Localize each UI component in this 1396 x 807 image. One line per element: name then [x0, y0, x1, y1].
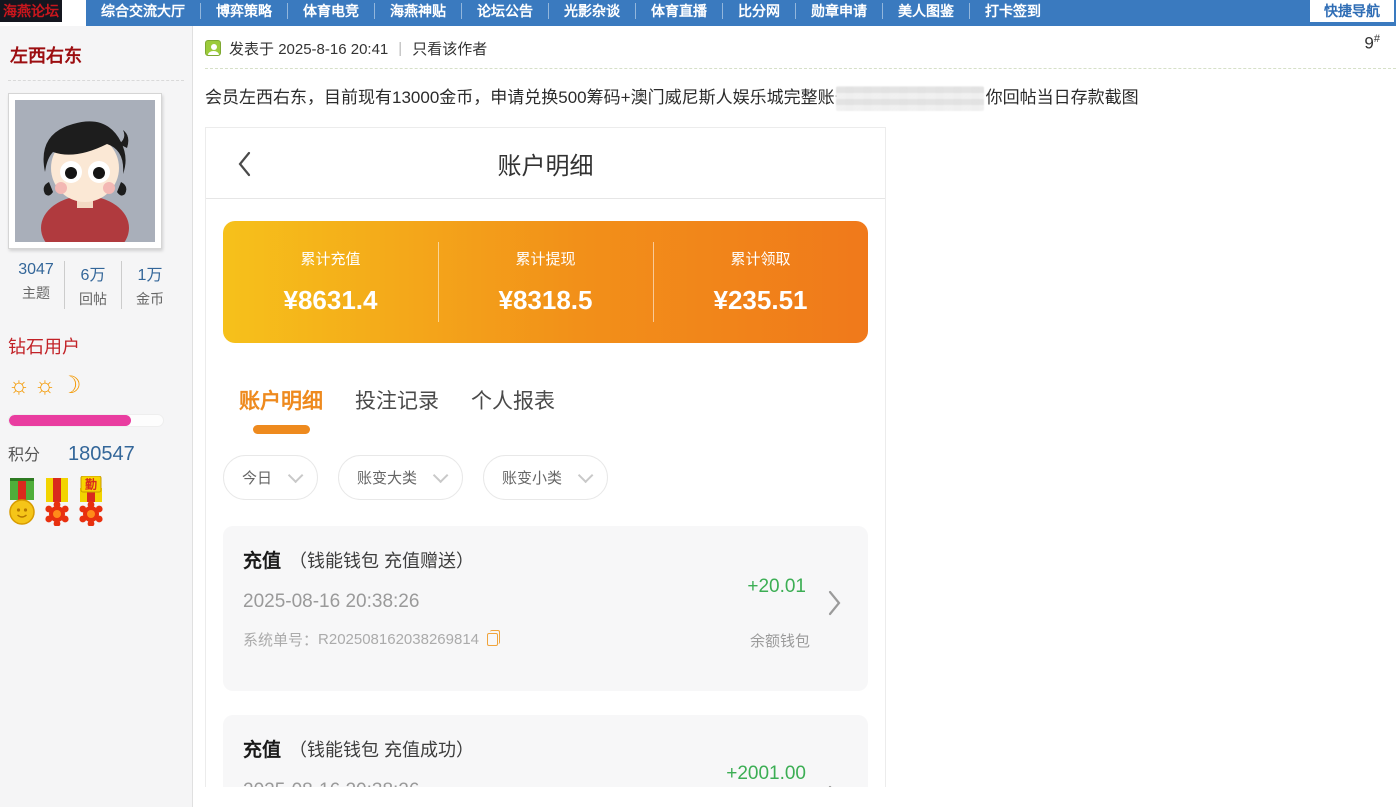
- score-label: 积分: [8, 441, 40, 465]
- txn-type: 充值: [243, 546, 281, 573]
- stat-threads-label: 主题: [10, 283, 62, 303]
- level-progress-fill: [9, 415, 131, 426]
- txn-type: 充值: [243, 735, 281, 762]
- stat-replies: 6万 回帖: [65, 261, 122, 309]
- nav-item-sports-esports[interactable]: 体育电竞: [288, 3, 375, 19]
- page-body: 左西右东 3047 主题: [0, 26, 1396, 807]
- level-star-icons: ☼☼☽: [8, 371, 184, 400]
- level-progress-bar: [8, 414, 164, 427]
- chevron-right-icon[interactable]: [828, 785, 842, 787]
- tab-bet-records[interactable]: 投注记录: [355, 385, 439, 419]
- filter-minor-category-dropdown[interactable]: 账变小类: [483, 455, 608, 500]
- stat-threads: 3047 主题: [8, 261, 65, 309]
- transaction-list: 充值 （钱能钱包 充值赠送） 2025-08-16 20:38:26 系统单号：…: [223, 526, 868, 787]
- active-tab-underline: [253, 425, 310, 434]
- chevron-down-icon: [578, 468, 594, 484]
- stat-coins: 1万 金币: [122, 261, 178, 309]
- post-main: 发表于 2025-8-16 20:41 | 只看该作者 9# 会员左西右东，目前…: [193, 26, 1396, 807]
- stat-coins-label: 金币: [124, 289, 176, 309]
- redacted-blur-block: [836, 86, 984, 111]
- transaction-row[interactable]: 充值 （钱能钱包 充值成功） 2025-08-16 20:38:26 +2001…: [223, 715, 868, 787]
- score-value: 180547: [68, 443, 135, 466]
- total-deposit: 累计充值 ¥8631.4: [223, 248, 438, 316]
- medal-diligent-icon: 勤: [79, 476, 102, 526]
- back-icon[interactable]: [236, 150, 252, 183]
- nav-home-wrap: 海燕论坛: [0, 0, 86, 26]
- nav-item-forum-home[interactable]: 海燕论坛: [0, 0, 62, 22]
- chevron-down-icon: [288, 468, 304, 484]
- nav-item-checkin[interactable]: 打卡签到: [970, 3, 1056, 19]
- stat-replies-label: 回帖: [67, 289, 119, 309]
- nav-item-strategy[interactable]: 博弈策略: [201, 3, 288, 19]
- filter-date-dropdown[interactable]: 今日: [223, 455, 318, 500]
- txn-subtype: （钱能钱包 充值成功）: [289, 736, 474, 762]
- avatar[interactable]: [8, 93, 162, 249]
- nav-menu: 综合交流大厅 博弈策略 体育电竞 海燕神贴 论坛公告 光影杂谈 体育直播 比分网…: [86, 0, 1310, 22]
- chevron-down-icon: [433, 468, 449, 484]
- user-level-badge: 钻石用户: [8, 333, 184, 359]
- phone-header: 账户明细: [206, 128, 885, 199]
- txn-amount: +2001.00: [726, 763, 806, 785]
- medal-icons: 勤: [8, 476, 184, 531]
- txn-amount: +20.01: [747, 576, 806, 598]
- avatar-image: [15, 100, 155, 242]
- total-claimed: 累计领取 ¥235.51: [653, 248, 868, 316]
- stat-replies-value[interactable]: 6万: [67, 261, 119, 285]
- transaction-row[interactable]: 充值 （钱能钱包 充值赠送） 2025-08-16 20:38:26 系统单号：…: [223, 526, 868, 691]
- totals-summary-card: 累计充值 ¥8631.4 累计提现 ¥8318.5 累计领取 ¥235.51: [223, 221, 868, 343]
- meta-divider: |: [398, 40, 402, 57]
- only-author-link[interactable]: 只看该作者: [412, 38, 487, 59]
- filter-row: 今日 账变大类 账变小类: [223, 455, 868, 500]
- filter-major-category-dropdown[interactable]: 账变大类: [338, 455, 463, 500]
- nav-item-photography[interactable]: 光影杂谈: [549, 3, 636, 19]
- author-username[interactable]: 左西右东: [8, 40, 184, 81]
- nav-item-beauty-gallery[interactable]: 美人图鉴: [883, 3, 970, 19]
- poster-avatar-icon: [205, 40, 221, 56]
- total-withdraw: 累计提现 ¥8318.5: [438, 248, 653, 316]
- stat-coins-value[interactable]: 1万: [124, 261, 176, 285]
- post-time-label: 发表于 2025-8-16 20:41: [229, 38, 388, 59]
- nav-item-top-posts[interactable]: 海燕神贴: [375, 3, 462, 19]
- nav-item-lobby[interactable]: 综合交流大厅: [86, 3, 201, 19]
- phone-body: 累计充值 ¥8631.4 累计提现 ¥8318.5 累计领取 ¥235.51 账…: [206, 221, 885, 787]
- post-content: 会员左西右东，目前现有13000金币，申请兑换500筹码+澳门威尼斯人娱乐城完整…: [205, 85, 1396, 111]
- author-stats: 3047 主题 6万 回帖 1万 金币: [8, 261, 178, 309]
- nav-item-scores[interactable]: 比分网: [723, 3, 796, 19]
- medal-gold-icon: [10, 478, 34, 524]
- post-time: 2025-8-16 20:41: [278, 41, 388, 58]
- account-detail-screenshot: 账户明细 累计充值 ¥8631.4 累计提现 ¥8318.5 累计领取 ¥235…: [205, 127, 886, 787]
- phone-page-title: 账户明细: [498, 146, 594, 181]
- post-content-after: 你回帖当日存款截图: [986, 88, 1139, 107]
- post-content-before: 会员左西右东，目前现有13000金币，申请兑换500筹码+澳门威尼斯人娱乐城完整…: [205, 88, 852, 107]
- post-header-divider: [205, 68, 1396, 69]
- chevron-right-icon[interactable]: [828, 590, 842, 621]
- txn-subtype: （钱能钱包 充值赠送）: [289, 547, 474, 573]
- medal-flower-icon: [45, 478, 68, 526]
- svg-text:勤: 勤: [85, 477, 97, 492]
- copy-icon[interactable]: [487, 633, 498, 646]
- nav-item-announcements[interactable]: 论坛公告: [462, 3, 549, 19]
- quick-nav-button[interactable]: 快捷导航: [1310, 0, 1394, 22]
- post-header: 发表于 2025-8-16 20:41 | 只看该作者 9#: [205, 33, 1396, 63]
- phone-tabs: 账户明细 投注记录 个人报表: [223, 385, 868, 419]
- tab-account-detail[interactable]: 账户明细: [239, 385, 323, 419]
- floor-number: 9#: [1364, 33, 1380, 54]
- author-sidebar: 左西右东 3047 主题: [0, 26, 193, 807]
- nav-item-medal-apply[interactable]: 勋章申请: [796, 3, 883, 19]
- top-nav: 海燕论坛 综合交流大厅 博弈策略 体育电竞 海燕神贴 论坛公告 光影杂谈 体育直…: [0, 0, 1396, 26]
- txn-wallet: 余额钱包: [750, 630, 810, 651]
- stat-threads-value[interactable]: 3047: [10, 261, 62, 279]
- score-row: 积分 180547: [8, 441, 184, 466]
- tab-personal-report[interactable]: 个人报表: [471, 385, 555, 419]
- nav-item-sports-live[interactable]: 体育直播: [636, 3, 723, 19]
